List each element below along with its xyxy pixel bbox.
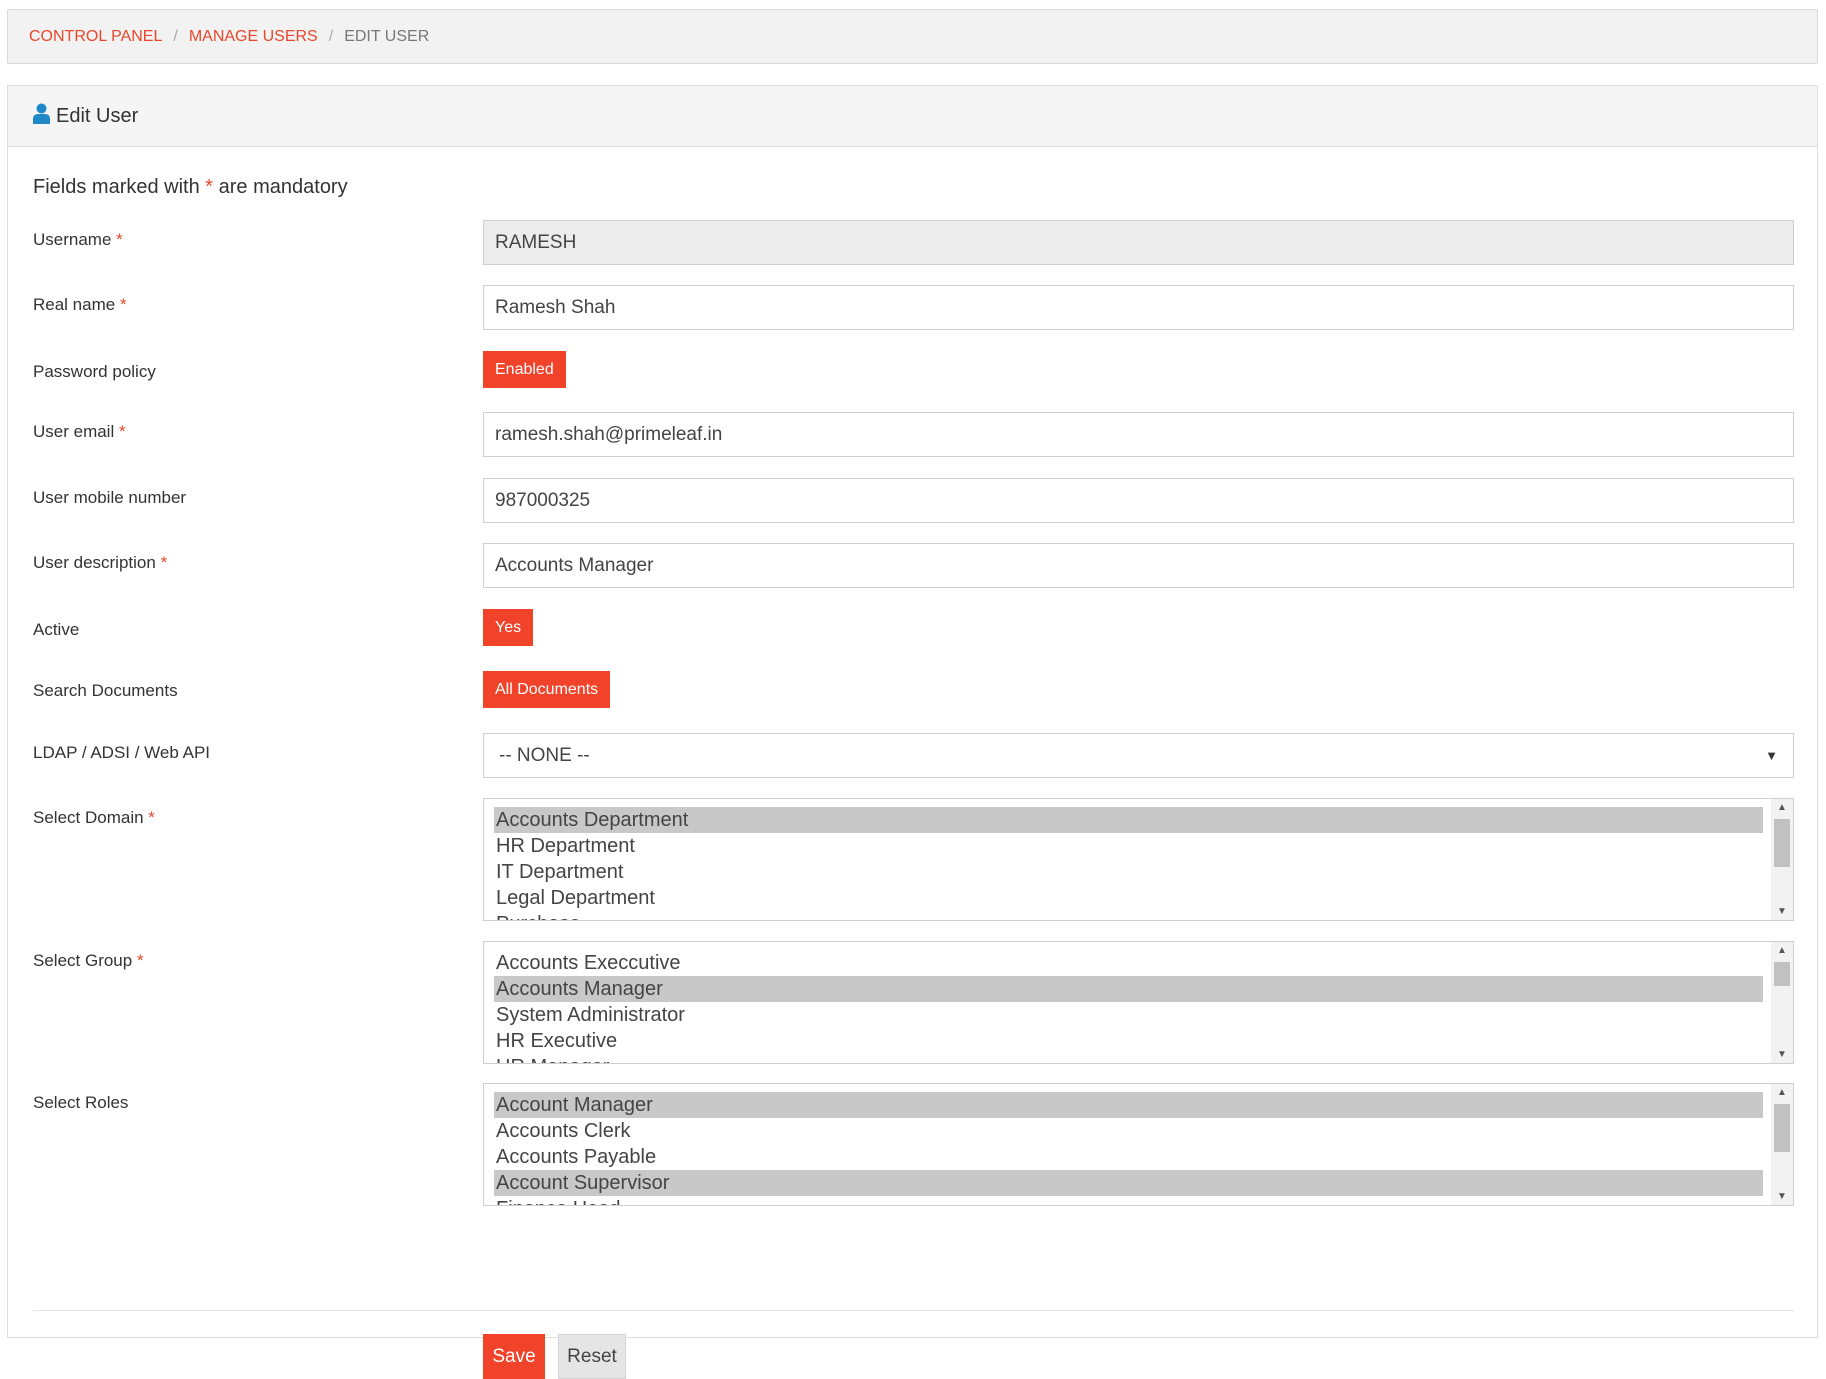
scroll-down-icon[interactable]: ▼	[1771, 1049, 1793, 1060]
scroll-up-icon[interactable]: ▲	[1771, 1087, 1793, 1098]
mandatory-note-suffix: are mandatory	[218, 176, 348, 198]
breadcrumb-separator: /	[328, 27, 334, 45]
select-roles-label-text: Select Roles	[33, 1093, 129, 1112]
mandatory-note-prefix: Fields marked with	[33, 176, 200, 198]
ldap-select[interactable]: -- NONE -- ▼	[483, 733, 1794, 778]
domain-options: Accounts Department HR Department IT Depar…	[494, 807, 1763, 920]
user-icon	[33, 103, 56, 130]
group-options: Accounts Execcutive Accounts Manager Syste…	[494, 950, 1763, 1063]
roles-scrollbar[interactable]: ▲ ▼	[1771, 1084, 1793, 1205]
username-field[interactable]	[483, 220, 1794, 265]
required-asterisk: *	[116, 230, 123, 249]
required-asterisk: *	[119, 295, 127, 314]
roles-option[interactable]: Accounts Payable	[494, 1144, 1763, 1170]
group-option[interactable]: System Administrator	[494, 1002, 1763, 1028]
password-policy-label-text: Password policy	[33, 362, 156, 381]
required-asterisk: *	[136, 951, 144, 970]
user-email-field[interactable]	[483, 412, 1794, 457]
roles-option[interactable]: Accounts Clerk	[494, 1118, 1763, 1144]
domain-option[interactable]: Legal Department	[494, 885, 1763, 911]
scroll-down-icon[interactable]: ▼	[1771, 1191, 1793, 1202]
user-description-label: User description *	[33, 553, 167, 573]
group-option[interactable]: HR Manager	[494, 1054, 1763, 1063]
breadcrumb-control-panel-link[interactable]: CONTROL PANEL	[29, 28, 162, 46]
scroll-up-icon[interactable]: ▲	[1771, 945, 1793, 956]
user-description-field[interactable]	[483, 543, 1794, 588]
user-mobile-label-text: User mobile number	[33, 488, 187, 507]
domain-option[interactable]: HR Department	[494, 833, 1763, 859]
select-domain-label: Select Domain *	[33, 808, 155, 828]
scrollbar-thumb[interactable]	[1774, 962, 1790, 986]
select-group-label: Select Group *	[33, 951, 144, 971]
roles-options: Account Manager Accounts Clerk Accounts Pa…	[494, 1092, 1763, 1205]
group-option[interactable]: Accounts Manager	[494, 976, 1763, 1002]
roles-option[interactable]: Finance Head	[494, 1196, 1763, 1205]
user-mobile-label: User mobile number	[33, 488, 186, 508]
breadcrumb: CONTROL PANEL / MANAGE USERS / EDIT USER	[7, 9, 1818, 64]
real-name-label-text: Real name	[33, 295, 116, 314]
domain-option[interactable]: Purchase	[494, 911, 1763, 920]
group-scrollbar[interactable]: ▲ ▼	[1771, 942, 1793, 1063]
ldap-label-text: LDAP / ADSI / Web API	[33, 743, 211, 762]
real-name-label: Real name *	[33, 295, 127, 315]
chevron-down-icon: ▼	[1765, 748, 1778, 763]
user-mobile-field[interactable]	[483, 478, 1794, 523]
required-asterisk: *	[148, 808, 155, 827]
password-policy-label: Password policy	[33, 362, 156, 382]
username-label: Username *	[33, 230, 123, 250]
select-roles-label: Select Roles	[33, 1093, 128, 1113]
edit-user-panel: Edit User Fields marked with * are manda…	[7, 85, 1818, 1379]
scroll-down-icon[interactable]: ▼	[1771, 906, 1793, 917]
ldap-select-value: -- NONE --	[499, 744, 590, 766]
group-option[interactable]: Accounts Execcutive	[494, 950, 1763, 976]
roles-listbox[interactable]: Account Manager Accounts Clerk Accounts Pa…	[483, 1083, 1794, 1206]
domain-scrollbar[interactable]: ▲ ▼	[1771, 799, 1793, 920]
domain-option[interactable]: IT Department	[494, 859, 1763, 885]
form-divider	[33, 1310, 1794, 1311]
user-email-label-text: User email	[33, 422, 115, 441]
scrollbar-thumb[interactable]	[1774, 819, 1790, 867]
scroll-up-icon[interactable]: ▲	[1771, 802, 1793, 813]
mandatory-note: Fields marked with * are mandatory	[33, 176, 348, 199]
roles-option[interactable]: Account Supervisor	[494, 1170, 1763, 1196]
select-domain-label-text: Select Domain	[33, 808, 144, 827]
active-toggle[interactable]: Yes	[483, 609, 534, 646]
user-email-label: User email *	[33, 422, 126, 442]
active-label: Active	[33, 620, 79, 640]
real-name-field[interactable]	[483, 285, 1794, 330]
username-label-text: Username	[33, 230, 112, 249]
search-documents-label: Search Documents	[33, 681, 178, 701]
required-asterisk: *	[205, 176, 214, 198]
panel-header: Edit User	[8, 86, 1817, 147]
group-listbox[interactable]: Accounts Execcutive Accounts Manager Syste…	[483, 941, 1794, 1064]
required-asterisk: *	[118, 422, 126, 441]
password-policy-toggle[interactable]: Enabled	[483, 351, 566, 388]
domain-option[interactable]: Accounts Department	[494, 807, 1763, 833]
breadcrumb-separator: /	[173, 27, 178, 45]
required-asterisk: *	[160, 553, 168, 572]
scrollbar-thumb[interactable]	[1774, 1104, 1790, 1152]
breadcrumb-manage-users-link[interactable]: MANAGE USERS	[189, 28, 318, 46]
search-documents-label-text: Search Documents	[33, 681, 178, 700]
search-documents-toggle[interactable]: All Documents	[483, 671, 611, 708]
select-group-label-text: Select Group	[33, 951, 133, 970]
panel-title: Edit User	[56, 104, 139, 127]
user-description-label-text: User description	[33, 553, 156, 572]
ldap-label: LDAP / ADSI / Web API	[33, 743, 210, 763]
group-option[interactable]: HR Executive	[494, 1028, 1763, 1054]
breadcrumb-current: EDIT USER	[344, 27, 430, 45]
active-label-text: Active	[33, 620, 80, 639]
roles-option[interactable]: Account Manager	[494, 1092, 1763, 1118]
domain-listbox[interactable]: Accounts Department HR Department IT Depar…	[483, 798, 1794, 921]
